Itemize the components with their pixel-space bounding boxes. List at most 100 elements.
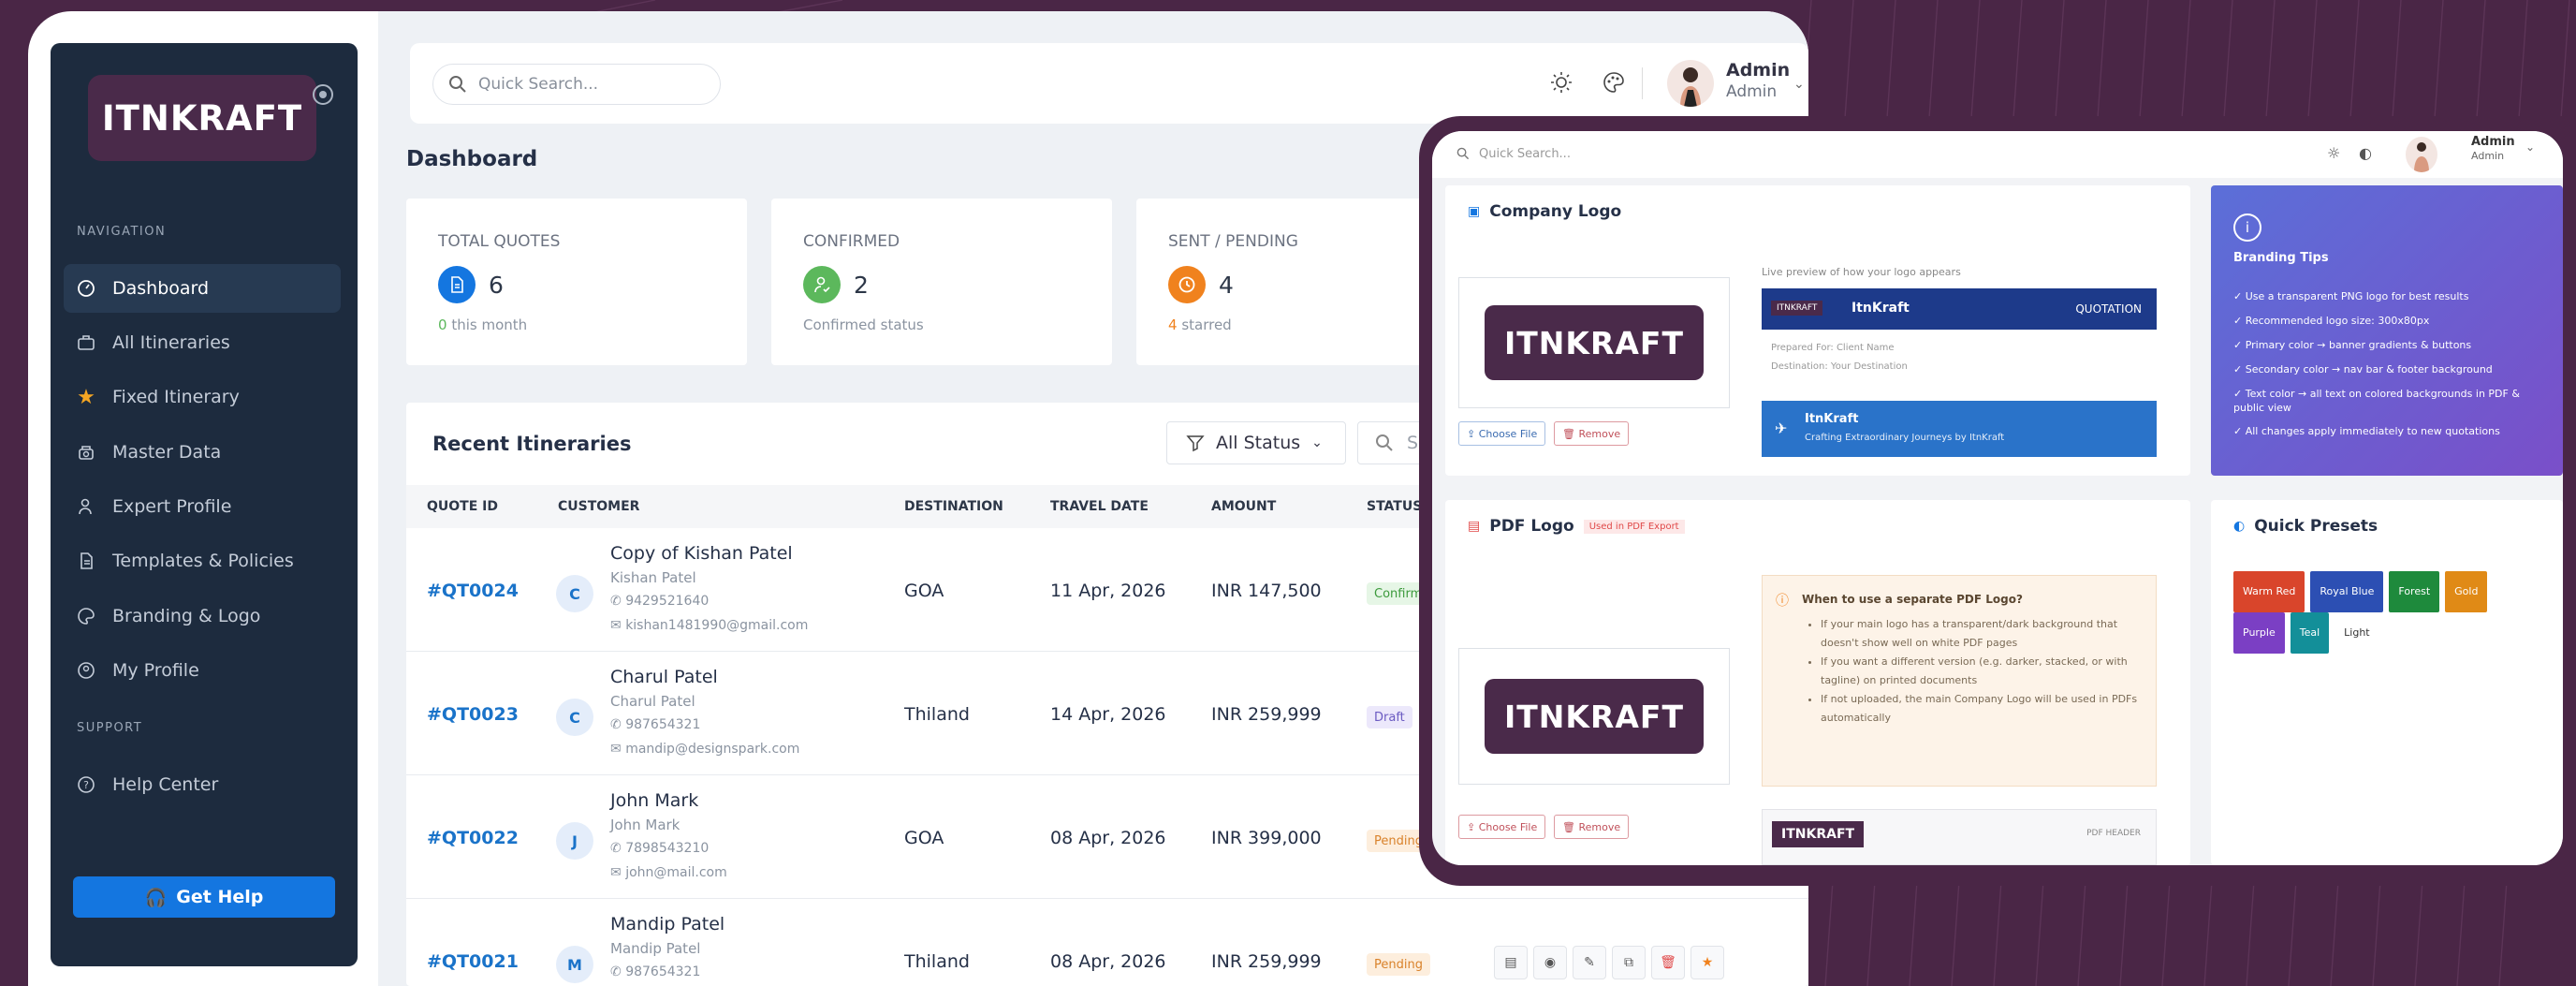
sidebar-item-all-itineraries[interactable]: All Itineraries (64, 318, 341, 367)
theme-sun-icon[interactable] (1546, 67, 1576, 97)
sidebar-item-help-center[interactable]: ? Help Center (64, 760, 341, 809)
image-icon: ▣ (1468, 204, 1481, 219)
sidebar-item-my-profile[interactable]: My Profile (64, 646, 341, 695)
preset-list: Warm Red Royal Blue Forest Gold Purple Teal L… (2233, 571, 2552, 654)
search-placeholder: Quick Search... (478, 75, 599, 94)
note-title: When to use a separate PDF Logo? (1802, 593, 2023, 606)
stat-sub: 0 this month (438, 316, 527, 333)
preset-warm-red[interactable]: Warm Red (2233, 571, 2305, 612)
sidebar-item-templates-policies[interactable]: Templates & Policies (64, 537, 341, 585)
destination: Thiland (904, 951, 970, 972)
document-icon: ▤ (1468, 519, 1481, 534)
dashboard-icon (77, 279, 95, 298)
eye-icon[interactable]: ◉ (1533, 946, 1567, 979)
phone-text: 987654321 (625, 717, 701, 732)
sidebar-item-label: Branding & Logo (112, 606, 261, 626)
tip-text: Secondary color → nav bar & footer backg… (2245, 363, 2493, 375)
tip-text: Primary color → banner gradients & butto… (2245, 339, 2472, 351)
preset-light[interactable]: Light (2334, 612, 2379, 654)
choose-file-button[interactable]: ⇪ Choose File (1458, 815, 1546, 839)
col-status[interactable]: STATUS (1367, 499, 1422, 514)
get-help-button[interactable]: 🎧 Get Help (73, 876, 335, 918)
preset-forest[interactable]: Forest (2389, 571, 2440, 612)
col-customer[interactable]: CUSTOMER (558, 499, 639, 514)
database-icon (77, 443, 95, 462)
user-icon (77, 497, 95, 516)
palette-icon[interactable]: ◐ (2359, 144, 2372, 162)
preview-line: Destination: Your Destination (1771, 361, 1908, 372)
note-item: If your main logo has a transparent/dark… (1821, 615, 2139, 653)
sidebar-item-label: All Itineraries (112, 332, 230, 353)
sidebar-toggle-icon[interactable] (313, 84, 333, 105)
quote-id-link[interactable]: #QT0024 (427, 581, 519, 601)
stat-value: 6 (489, 272, 504, 299)
user-name[interactable]: Admin (2471, 135, 2515, 149)
preset-royal-blue[interactable]: Royal Blue (2310, 571, 2384, 612)
theme-sun-icon[interactable]: ☼ (2327, 144, 2340, 162)
quote-id-link[interactable]: #QT0021 (427, 951, 519, 972)
sidebar-item-label: Dashboard (112, 278, 210, 299)
tip-text: Recommended logo size: 300x80px (2245, 315, 2430, 327)
chevron-down-icon[interactable]: ⌄ (2525, 140, 2535, 154)
quote-id-link[interactable]: #QT0023 (427, 704, 519, 725)
sidebar-item-branding-logo[interactable]: Branding & Logo (64, 592, 341, 640)
quote-id-link[interactable]: #QT0022 (427, 828, 519, 848)
brand-logo[interactable]: ITNKRAFT (88, 75, 316, 161)
sidebar-item-dashboard[interactable]: Dashboard (64, 264, 341, 313)
info-icon: i (2233, 213, 2261, 242)
preset-teal[interactable]: Teal (2290, 612, 2330, 654)
table-row[interactable]: #QT0021 M Mandip Patel Mandip Patel ✆ 98… (406, 899, 1808, 986)
pdf-info-note: ⓘ When to use a separate PDF Logo? If yo… (1762, 575, 2157, 787)
mail-icon: ✉ (610, 742, 626, 757)
card-title: ◐ Quick Presets (2233, 517, 2378, 536)
customer-sub: John Mark (610, 817, 681, 833)
customer-email: ✉ mandip@designspark.com (610, 742, 799, 757)
divider (1642, 67, 1643, 99)
chevron-down-icon[interactable]: ⌄ (1793, 77, 1805, 92)
status-filter-select[interactable]: All Status ⌄ (1166, 421, 1346, 464)
phone-icon: ✆ (610, 841, 626, 856)
pdf-icon[interactable]: ▤ (1494, 946, 1528, 979)
customer-name: Charul Patel (610, 667, 718, 687)
user-name[interactable]: Admin (1726, 60, 1790, 81)
plane-icon: ✈ (1775, 419, 1788, 437)
avatar[interactable] (1667, 60, 1714, 107)
svg-text:?: ? (83, 779, 89, 791)
quick-search-input[interactable]: Quick Search... (1456, 139, 1681, 169)
stat-value: 2 (854, 272, 869, 299)
remove-button[interactable]: 🗑 Remove (1554, 421, 1630, 446)
sidebar-item-fixed-itinerary[interactable]: ★ Fixed Itinerary (64, 373, 341, 421)
phone-icon: ✆ (610, 717, 626, 732)
preset-purple[interactable]: Purple (2233, 612, 2285, 654)
star-icon[interactable]: ★ (1690, 946, 1724, 979)
top-bar: Quick Search... Admin Admin ⌄ (410, 43, 1808, 124)
preview-footer: ✈ ItnKraft Crafting Extraordinary Journe… (1762, 401, 2157, 457)
quick-search-input[interactable]: Quick Search... (432, 64, 721, 105)
avatar[interactable] (2406, 137, 2437, 172)
palette-icon: ◐ (2233, 519, 2246, 534)
sidebar-item-master-data[interactable]: Master Data (64, 428, 341, 477)
choose-file-button[interactable]: ⇪ Choose File (1458, 421, 1546, 446)
briefcase-icon (77, 333, 95, 352)
customer-name: Copy of Kishan Patel (610, 543, 793, 564)
footer-tagline: Crafting Extraordinary Journeys by ItnKr… (1805, 433, 2005, 443)
tip-item: ✓ Use a transparent PNG logo for best re… (2233, 290, 2469, 302)
card-title-text: Company Logo (1489, 202, 1622, 221)
edit-icon[interactable]: ✎ (1573, 946, 1606, 979)
copy-icon[interactable]: ⧉ (1612, 946, 1646, 979)
sidebar-item-expert-profile[interactable]: Expert Profile (64, 482, 341, 531)
remove-button[interactable]: 🗑 Remove (1554, 815, 1630, 839)
search-icon (1456, 147, 1470, 160)
col-destination[interactable]: DESTINATION (904, 499, 1003, 514)
sidebar-item-label: Templates & Policies (112, 551, 294, 571)
trash-icon[interactable]: 🗑 (1651, 946, 1685, 979)
col-quote-id[interactable]: QUOTE ID (427, 499, 498, 514)
button-label: Choose File (1478, 820, 1538, 833)
palette-icon[interactable] (1599, 67, 1629, 97)
col-travel-date[interactable]: TRAVEL DATE (1050, 499, 1149, 514)
preset-gold[interactable]: Gold (2445, 571, 2488, 612)
pdf-header-preview: ITNKRAFT PDF HEADER (1762, 809, 2157, 865)
button-label: Choose File (1478, 427, 1538, 440)
preview-doc-type: QUOTATION (2075, 302, 2142, 316)
col-amount[interactable]: AMOUNT (1211, 499, 1276, 514)
